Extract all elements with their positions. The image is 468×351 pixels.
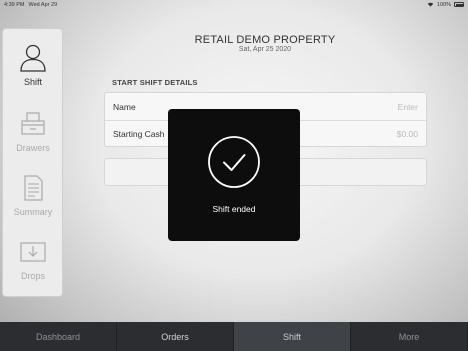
tab-shift[interactable]: Shift [234,322,351,351]
name-label: Name [113,101,136,112]
app-screen: 4:39 PM Wed Apr 29 100% Shift Drawers Su… [0,0,468,351]
wifi-icon [427,2,434,7]
battery-icon [454,2,464,7]
sidebar-item-label: Summary [13,207,53,217]
starting-cash-label: Starting Cash [113,129,165,139]
page-date: Sat, Apr 25 2020 [238,46,292,53]
drop-box-icon [20,242,46,262]
name-input[interactable]: Enter [398,102,418,112]
status-time: 4:39 PM [4,1,25,8]
person-icon [20,44,46,72]
sidebar-item-label: Drawers [16,143,50,153]
cash-drawer-icon [21,112,45,135]
bottom-tab-bar: Dashboard Orders Shift More [0,322,468,351]
status-bar: 4:39 PM Wed Apr 29 100% [0,0,468,9]
status-date: Wed Apr 29 [28,1,58,8]
battery-percent: 100% [436,1,451,8]
sidebar-item-label: Shift [23,77,42,87]
page-title: RETAIL DEMO PROPERTY [194,34,336,46]
starting-cash-input[interactable]: $0.00 [397,129,418,139]
sidebar-item-drawers[interactable]: Drawers [3,97,63,157]
shift-ended-toast: Shift ended [168,109,300,241]
sidebar-item-drops[interactable]: Drops [3,225,63,285]
sidebar-item-label: Drops [20,271,45,281]
sidebar-item-shift[interactable]: Shift [3,29,63,89]
tab-dashboard[interactable]: Dashboard [0,322,117,351]
sidebar-item-summary[interactable]: Summary [3,161,63,221]
checkmark-circle-icon [208,136,260,188]
section-title: START SHIFT DETAILS [112,78,198,87]
toast-message: Shift ended [212,204,256,214]
tab-more[interactable]: More [351,322,468,351]
document-icon [24,175,43,201]
tab-orders[interactable]: Orders [117,322,234,351]
sidebar: Shift Drawers Summary Drops [2,28,63,297]
